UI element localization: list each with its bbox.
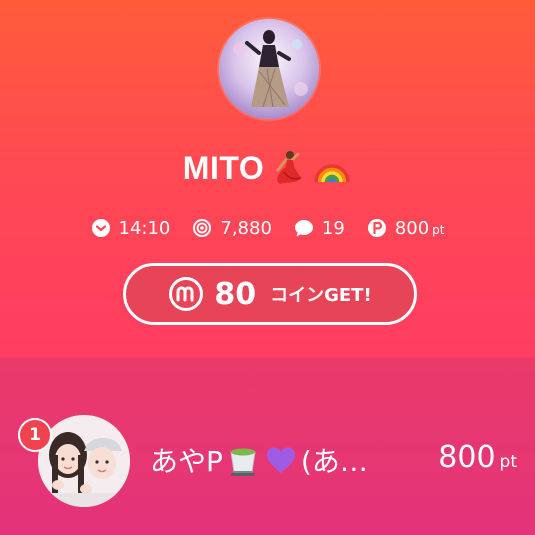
stat-views-value: 7,880 <box>220 217 272 239</box>
m-coin-icon <box>168 276 204 312</box>
speech-bubble-icon <box>294 218 314 238</box>
profile-name: MITO <box>182 149 265 186</box>
stat-points-unit: pt <box>432 222 445 237</box>
green-tea-emoji <box>225 442 261 478</box>
chevron-down-circle-icon <box>91 218 111 238</box>
profile-stats: 14:10 7,880 19 800 pt <box>0 212 535 244</box>
stat-comments-value: 19 <box>321 217 345 239</box>
stat-time-value: 14:10 <box>118 217 171 239</box>
ranking-points: 800 pt <box>438 440 517 480</box>
profile-name-row: MITO <box>0 144 535 192</box>
stat-time: 14:10 <box>91 217 171 239</box>
stat-comments: 19 <box>294 218 345 239</box>
purple-heart-emoji <box>263 442 299 478</box>
rainbow-emoji <box>312 148 352 188</box>
stat-points: 800 pt <box>367 218 445 239</box>
ranking-user-name-suffix: (あ… <box>300 445 368 478</box>
p-coin-icon <box>367 218 387 238</box>
stat-points-value: 800 <box>394 217 430 239</box>
ranking-row[interactable]: 1 あやP (あ… 800 pt <box>0 410 535 510</box>
radar-icon <box>192 218 212 238</box>
coin-get-label: コインGET! <box>270 285 372 306</box>
ranking-points-unit: pt <box>499 452 517 472</box>
coin-amount: 80 <box>214 276 257 312</box>
stat-views: 7,880 <box>192 218 272 239</box>
rank-badge: 1 <box>18 418 52 452</box>
ranking-user-name: あやP (あ… <box>150 440 400 480</box>
ranking-user-name-prefix: あやP <box>150 445 223 478</box>
dancer-emoji <box>268 148 308 188</box>
profile-avatar[interactable] <box>219 19 319 119</box>
ranking-user-avatar[interactable] <box>38 415 130 507</box>
ranking-points-value: 800 <box>438 440 496 475</box>
coin-get-button[interactable]: 80 コインGET! <box>123 263 417 325</box>
